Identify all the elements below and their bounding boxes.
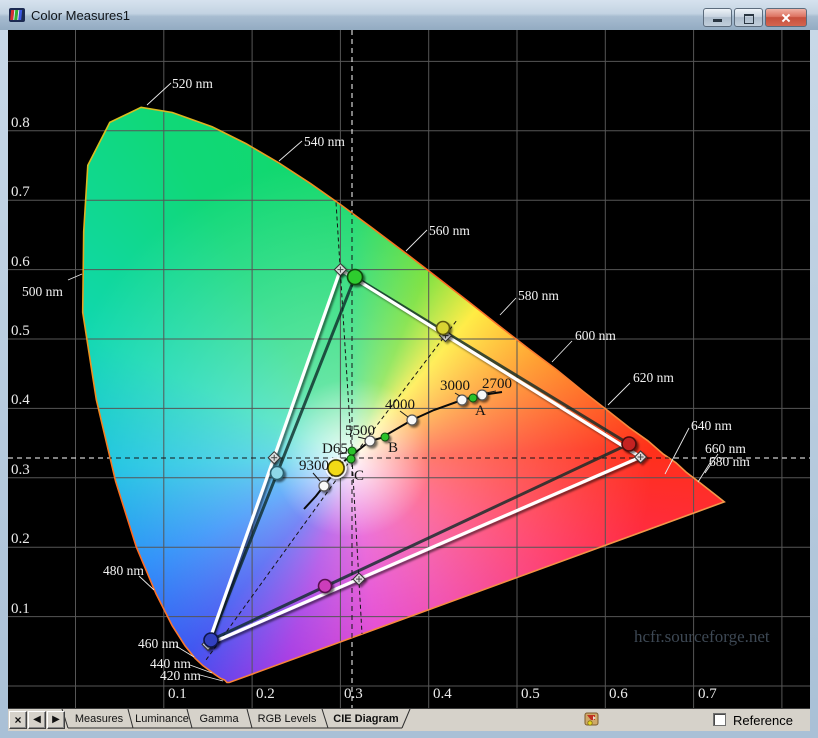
- svg-text:0.4: 0.4: [433, 686, 452, 702]
- wavelength-leader-lines: [67, 82, 719, 682]
- svg-text:A: A: [475, 403, 486, 419]
- svg-text:5500: 5500: [345, 423, 375, 439]
- y-axis-labels: 0.8 0.7 0.6 0.5 0.4 0.3 0.2 0.1: [11, 115, 30, 617]
- tab-strip: × ◀ ▶ Measures Luminance Gamma RGB Level…: [8, 708, 810, 731]
- app-logo-icon: [9, 8, 25, 22]
- svg-text:0.1: 0.1: [11, 601, 30, 617]
- watermark: hcfr.sourceforge.net: [634, 627, 770, 646]
- svg-text:460 nm: 460 nm: [138, 636, 179, 651]
- tab-measures[interactable]: Measures: [70, 710, 128, 729]
- grid: [8, 30, 810, 708]
- reference-checkbox[interactable]: [713, 713, 726, 726]
- tab-luminance[interactable]: Luminance: [134, 710, 190, 729]
- tab-gamma[interactable]: Gamma: [192, 710, 246, 729]
- svg-text:0.5: 0.5: [11, 323, 30, 339]
- restore-button[interactable]: [734, 8, 763, 27]
- svg-text:9300: 9300: [299, 458, 329, 474]
- title-bar: Color Measures1: [0, 0, 818, 30]
- app-window: Color Measures1 hcfr.sourceforge.net 520…: [0, 0, 818, 738]
- tab-outlines: [61, 709, 411, 729]
- svg-text:C: C: [354, 468, 364, 484]
- minimize-icon: [713, 19, 722, 22]
- tab-nav-next-button[interactable]: ▶: [47, 711, 65, 729]
- svg-text:0.7: 0.7: [11, 184, 30, 200]
- saturation-dashed-lines: [82, 107, 725, 683]
- svg-text:0.2: 0.2: [11, 531, 30, 547]
- svg-text:0.8: 0.8: [11, 115, 30, 131]
- svg-text:540 nm: 540 nm: [304, 134, 345, 149]
- cie-diagram-canvas[interactable]: hcfr.sourceforge.net 520 nm 540 nm 560 n…: [8, 30, 810, 708]
- tab-nav-close-button[interactable]: ×: [9, 711, 27, 729]
- svg-text:620 nm: 620 nm: [633, 370, 674, 385]
- reference-checkbox-label: Reference: [733, 713, 793, 728]
- tab-rgb-levels[interactable]: RGB Levels: [252, 710, 322, 729]
- svg-text:480 nm: 480 nm: [103, 563, 144, 578]
- svg-text:640 nm: 640 nm: [691, 418, 732, 433]
- svg-text:420 nm: 420 nm: [160, 668, 201, 683]
- minimize-button[interactable]: [703, 8, 732, 27]
- svg-text:0.7: 0.7: [698, 686, 717, 702]
- svg-text:600 nm: 600 nm: [575, 328, 616, 343]
- x-axis-labels: 0.1 0.2 0.3 0.4 0.5 0.6 0.7: [168, 686, 717, 702]
- svg-text:0.4: 0.4: [11, 392, 30, 408]
- selected-measure-marker[interactable]: [325, 457, 347, 479]
- svg-text:0.1: 0.1: [168, 686, 187, 702]
- svg-text:560 nm: 560 nm: [429, 223, 470, 238]
- svg-text:680 nm: 680 nm: [709, 454, 750, 469]
- svg-text:4000: 4000: [385, 397, 415, 413]
- tab-cie-diagram[interactable]: CIE Diagram: [328, 710, 404, 729]
- spectral-locus-edge: [81, 106, 726, 684]
- svg-text:B: B: [388, 440, 398, 456]
- svg-text:520 nm: 520 nm: [172, 76, 213, 91]
- svg-text:3000: 3000: [440, 378, 470, 394]
- svg-text:0.2: 0.2: [256, 686, 275, 702]
- restore-icon: [744, 14, 754, 24]
- wavelength-labels: 520 nm 540 nm 560 nm 580 nm 600 nm 620 n…: [22, 76, 750, 683]
- svg-text:0.6: 0.6: [11, 254, 30, 270]
- illuminant-labels: D65 A B C: [322, 403, 486, 484]
- svg-text:0.6: 0.6: [609, 686, 628, 702]
- cie-diagram-overlay: hcfr.sourceforge.net 520 nm 540 nm 560 n…: [8, 30, 810, 708]
- svg-text:500 nm: 500 nm: [22, 284, 63, 299]
- window-title: Color Measures1: [31, 8, 130, 23]
- svg-text:0.3: 0.3: [344, 686, 363, 702]
- svg-text:580 nm: 580 nm: [518, 288, 559, 303]
- sensor-status-icon: [584, 712, 599, 726]
- svg-text:D65: D65: [322, 441, 348, 457]
- svg-text:0.3: 0.3: [11, 462, 30, 478]
- svg-text:2700: 2700: [482, 376, 512, 392]
- close-button[interactable]: [765, 8, 807, 27]
- white-point-crosshair: [8, 30, 810, 708]
- svg-text:0.5: 0.5: [521, 686, 540, 702]
- tab-nav-prev-button[interactable]: ◀: [28, 711, 46, 729]
